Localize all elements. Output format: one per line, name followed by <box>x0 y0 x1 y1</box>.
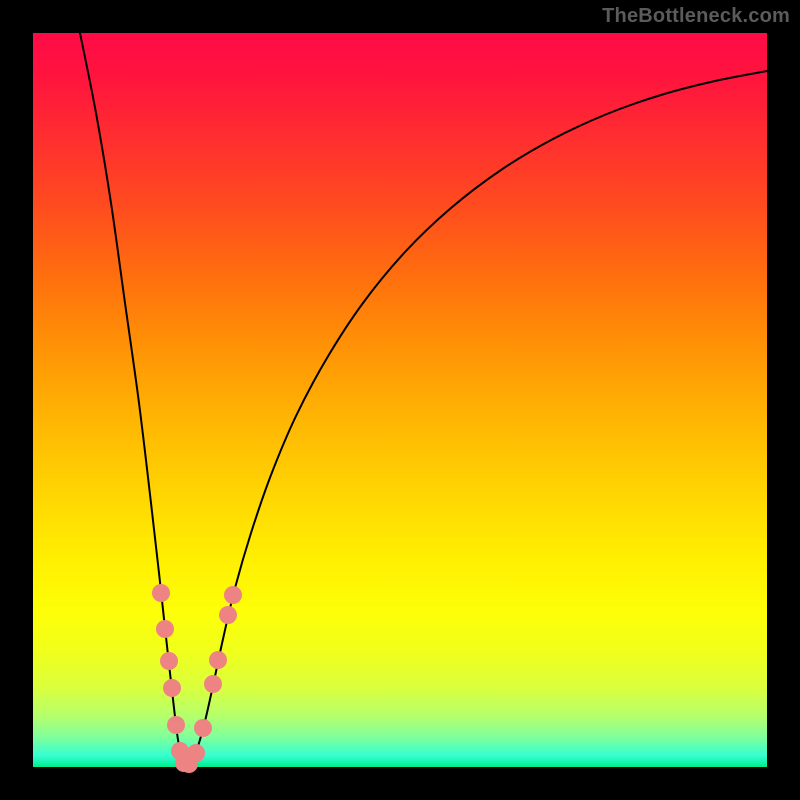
marker-dot <box>194 719 212 737</box>
marker-dot <box>209 651 227 669</box>
marker-group <box>152 584 242 773</box>
marker-dot <box>224 586 242 604</box>
marker-dot <box>156 620 174 638</box>
plot-area <box>33 33 767 767</box>
marker-dot <box>152 584 170 602</box>
marker-dot <box>160 652 178 670</box>
marker-dot <box>219 606 237 624</box>
chart-stage: TheBottleneck.com <box>0 0 800 800</box>
watermark-label: TheBottleneck.com <box>602 6 790 26</box>
chart-svg <box>33 33 767 767</box>
marker-dot <box>204 675 222 693</box>
marker-dot <box>167 716 185 734</box>
marker-dot <box>187 744 205 762</box>
series-right-branch <box>189 71 767 766</box>
marker-dot <box>163 679 181 697</box>
curve-right-branch <box>189 71 767 766</box>
